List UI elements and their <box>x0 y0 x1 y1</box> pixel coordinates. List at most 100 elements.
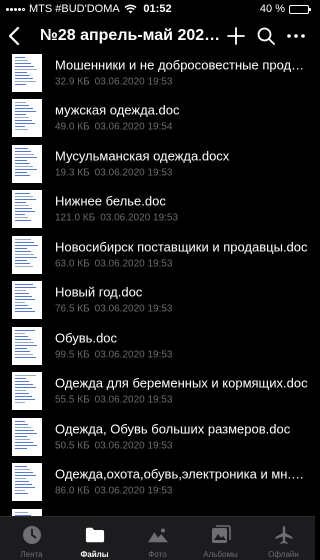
file-date: 03.06.2020 19:53 <box>94 76 173 88</box>
file-info: Новый год.doc 76.5 КБ 03.06.2020 19:53 <box>55 285 309 316</box>
add-button[interactable] <box>223 18 249 54</box>
file-meta: 55.5 КБ 03.06.2020 19:53 <box>55 394 309 407</box>
file-row[interactable]: Новый год.doc 76.5 КБ 03.06.2020 19:53 <box>0 278 315 324</box>
document-thumbnail-icon <box>12 144 42 183</box>
file-row[interactable]: Одежда, Обувь больших размеров.doc 50.5 К… <box>0 414 315 460</box>
file-name: мужская одежда.doc <box>55 102 180 118</box>
document-thumbnail-icon <box>12 99 42 138</box>
nav-bar: №28 апрель-май 2020... <box>0 18 315 54</box>
file-row[interactable]: Нижнее белье.doc 121.0 КБ 03.06.2020 19:53 <box>0 187 315 233</box>
file-meta: 50.5 КБ 03.06.2020 19:53 <box>55 439 309 452</box>
file-size: 86.0 КБ <box>55 485 90 497</box>
tab-label: Файлы <box>80 550 109 559</box>
file-info: Нижнее белье.doc 121.0 КБ 03.06.2020 19:53 <box>55 194 309 225</box>
document-thumbnail-icon <box>12 508 42 516</box>
file-info: Одежда,охота,обувь,электроника и мн.д...… <box>55 467 309 498</box>
file-meta: 32.9 КБ 03.06.2020 19:53 <box>55 75 309 88</box>
tab-label: Альбомы <box>203 550 238 559</box>
file-meta: 63.0 КБ 03.06.2020 19:53 <box>55 257 309 270</box>
file-row[interactable]: Одежда для беременных и кормящих.doc 55.5… <box>0 369 315 415</box>
file-meta: 49.0 КБ 03.06.2020 19:54 <box>55 121 309 134</box>
document-thumbnail-icon <box>12 281 42 320</box>
file-name: Мусульманская одежда.docx <box>55 148 230 164</box>
file-meta: 121.0 КБ 03.06.2020 19:53 <box>55 212 309 225</box>
battery-percent: 40 % <box>259 3 285 15</box>
file-info: Мошенники и не добросовестные прода... 32… <box>55 57 309 88</box>
file-size: 19.3 КБ <box>55 167 90 179</box>
tab-label: Офлайн <box>268 550 299 559</box>
file-date: 03.06.2020 19:53 <box>94 349 173 361</box>
file-date: 03.06.2020 19:54 <box>94 121 173 133</box>
file-date: 03.06.2020 19:53 <box>94 440 173 452</box>
file-name: Нижнее белье.doc <box>55 193 166 209</box>
document-thumbnail-icon <box>12 235 42 274</box>
chevron-left-icon <box>8 26 20 46</box>
file-size: 99.5 КБ <box>55 349 90 361</box>
file-name: Одежда, Обувь больших размеров.doc <box>55 421 291 437</box>
document-thumbnail-icon <box>12 190 42 229</box>
file-items: Мошенники и не добросовестные прода... 32… <box>0 54 315 516</box>
document-thumbnail-icon <box>12 372 42 411</box>
signal-icon <box>6 7 25 11</box>
document-thumbnail-icon <box>12 417 42 456</box>
wifi-icon <box>124 4 137 14</box>
more-button[interactable] <box>283 18 309 54</box>
file-meta: 19.3 КБ 03.06.2020 19:53 <box>55 166 309 179</box>
tab-airplane[interactable]: Офлайн <box>252 517 315 560</box>
file-date: 03.06.2020 19:53 <box>100 212 179 224</box>
file-info: Обувь.doc 99.5 КБ 03.06.2020 19:53 <box>55 330 309 361</box>
tab-label: Лента <box>20 550 43 559</box>
file-list: Мошенники и не добросовестные прода... 32… <box>0 54 315 516</box>
nav-actions <box>223 18 315 54</box>
file-name: Новый год.doc <box>55 284 143 300</box>
tab-bar: Лента Файлы Фото Альбомы Офлайн <box>0 516 315 560</box>
file-name: Новосибирск поставщики и продавцы.doc <box>55 239 308 255</box>
clock-icon <box>22 525 42 545</box>
file-row[interactable]: Обувь.doc 99.5 КБ 03.06.2020 19:53 <box>0 323 315 369</box>
airplane-icon <box>274 525 294 545</box>
tab-album[interactable]: Альбомы <box>189 517 252 560</box>
tab-label: Фото <box>148 550 167 559</box>
back-button[interactable] <box>0 18 28 54</box>
file-size: 76.5 КБ <box>55 303 90 315</box>
carrier-name: MTS #BUD'DOMA <box>29 3 120 15</box>
plus-icon <box>227 27 245 45</box>
more-icon <box>287 34 305 38</box>
file-info: Одежда для беременных и кормящих.doc 55.5… <box>55 376 309 407</box>
file-row[interactable]: Офисная одежда.doc <box>0 505 315 516</box>
file-row[interactable]: Одежда,охота,обувь,электроника и мн.д...… <box>0 460 315 506</box>
file-row[interactable]: Мошенники и не добросовестные прода... 32… <box>0 54 315 96</box>
status-bar: MTS #BUD'DOMA 01:52 40 % <box>0 0 315 18</box>
file-size: 121.0 КБ <box>55 212 96 224</box>
status-right: 40 % <box>259 3 311 15</box>
document-thumbnail-icon <box>12 463 42 502</box>
file-info: мужская одежда.doc 49.0 КБ 03.06.2020 19:5… <box>55 103 309 134</box>
tab-folder[interactable]: Файлы <box>63 517 126 560</box>
file-date: 03.06.2020 19:53 <box>94 303 173 315</box>
file-name: Мошенники и не добросовестные прода... <box>55 57 309 73</box>
search-button[interactable] <box>253 18 279 54</box>
file-name: Обувь.doc <box>55 330 118 346</box>
file-meta: 99.5 КБ 03.06.2020 19:53 <box>55 348 309 361</box>
file-size: 49.0 КБ <box>55 121 90 133</box>
status-left: MTS #BUD'DOMA <box>6 3 260 15</box>
file-size: 32.9 КБ <box>55 76 90 88</box>
file-info: Новосибирск поставщики и продавцы.doc 63.… <box>55 239 309 270</box>
file-name: Одежда,охота,обувь,электроника и мн.д... <box>55 466 309 482</box>
document-thumbnail-icon <box>12 54 42 92</box>
file-info: Одежда, Обувь больших размеров.doc 50.5 К… <box>55 421 309 452</box>
file-date: 03.06.2020 19:53 <box>94 258 173 270</box>
battery-icon <box>289 4 311 14</box>
file-meta: 86.0 КБ 03.06.2020 19:53 <box>55 485 309 498</box>
document-thumbnail-icon <box>12 326 42 365</box>
file-size: 55.5 КБ <box>55 394 90 406</box>
tab-mountain[interactable]: Фото <box>126 517 189 560</box>
tab-clock[interactable]: Лента <box>0 517 63 560</box>
folder-icon <box>85 525 105 545</box>
mountain-icon <box>147 525 168 545</box>
file-row[interactable]: Новосибирск поставщики и продавцы.doc 63.… <box>0 232 315 278</box>
file-date: 03.06.2020 19:53 <box>94 394 173 406</box>
file-row[interactable]: мужская одежда.doc 49.0 КБ 03.06.2020 19:5… <box>0 96 315 142</box>
page-title: №28 апрель-май 2020... <box>40 27 223 44</box>
file-row[interactable]: Мусульманская одежда.docx 19.3 КБ 03.06.20… <box>0 141 315 187</box>
